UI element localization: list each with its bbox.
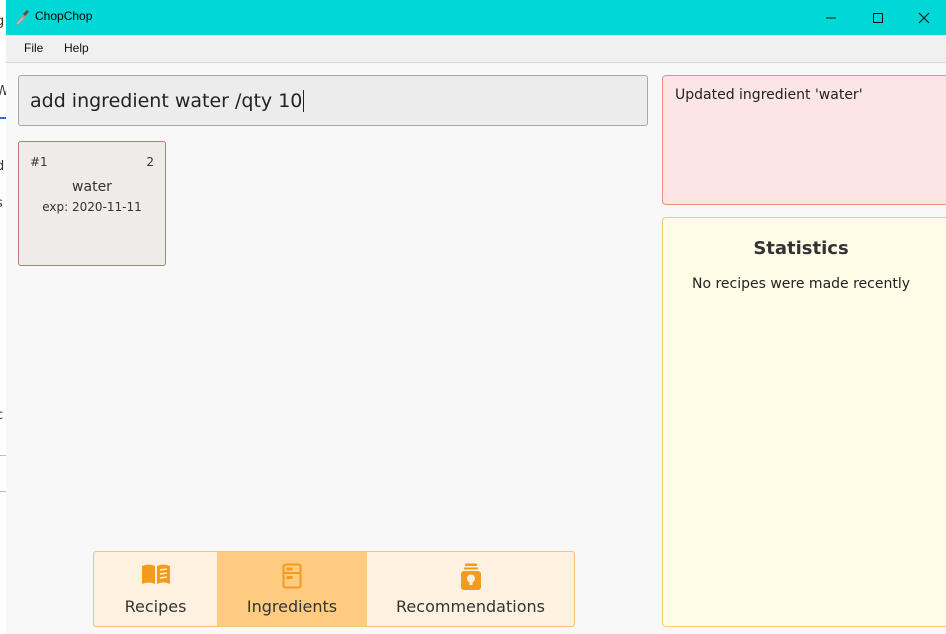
- ingredient-quantity: 2: [146, 155, 154, 169]
- result-message: Updated ingredient 'water': [675, 87, 863, 103]
- title-bar[interactable]: ChopChop: [6, 0, 946, 35]
- tab-label: Recommendations: [396, 597, 545, 616]
- statistics-message: No recipes were made recently: [691, 276, 911, 292]
- ingredient-name: water: [72, 179, 112, 195]
- fridge-icon: [282, 563, 302, 593]
- statistics-title: Statistics: [753, 238, 849, 259]
- app-logo-icon: [14, 9, 30, 25]
- app-window: ChopChop File Help add ingredient water …: [6, 0, 946, 634]
- maximize-icon: [873, 12, 883, 23]
- book-icon: [141, 563, 171, 589]
- command-input[interactable]: add ingredient water /qty 10: [18, 75, 648, 126]
- ingredient-expiry: exp: 2020-11-11: [42, 200, 142, 214]
- background-text-fragment: d: [0, 159, 4, 174]
- tab-bar: Recipes Ingredients Recommendations: [93, 551, 575, 627]
- tab-recipes[interactable]: Recipes: [94, 552, 217, 626]
- window-title: ChopChop: [35, 9, 93, 23]
- command-text: add ingredient water /qty 10: [30, 89, 303, 112]
- close-icon: [918, 12, 930, 23]
- minimize-button[interactable]: [808, 0, 854, 35]
- menu-file[interactable]: File: [24, 41, 43, 55]
- menu-help[interactable]: Help: [64, 41, 89, 55]
- background-text-fragment: s: [0, 196, 3, 211]
- tab-recommendations[interactable]: Recommendations: [367, 552, 574, 626]
- minimize-icon: [826, 17, 836, 18]
- ingredient-card[interactable]: #1 2 water exp: 2020-11-11: [18, 141, 166, 266]
- maximize-button[interactable]: [855, 0, 901, 35]
- ingredient-index: #1: [30, 155, 48, 169]
- background-text-fragment: g: [0, 14, 4, 29]
- tab-ingredients[interactable]: Ingredients: [217, 552, 367, 626]
- result-display: Updated ingredient 'water': [662, 75, 946, 205]
- background-text-fragment: c: [0, 408, 3, 423]
- lightbulb-jar-icon: [460, 563, 482, 595]
- menu-bar: File Help: [6, 35, 946, 63]
- text-caret: [303, 89, 305, 112]
- close-button[interactable]: [901, 0, 946, 35]
- statistics-panel: Statistics No recipes were made recently: [662, 217, 946, 627]
- tab-label: Ingredients: [246, 597, 338, 616]
- tab-label: Recipes: [124, 597, 187, 616]
